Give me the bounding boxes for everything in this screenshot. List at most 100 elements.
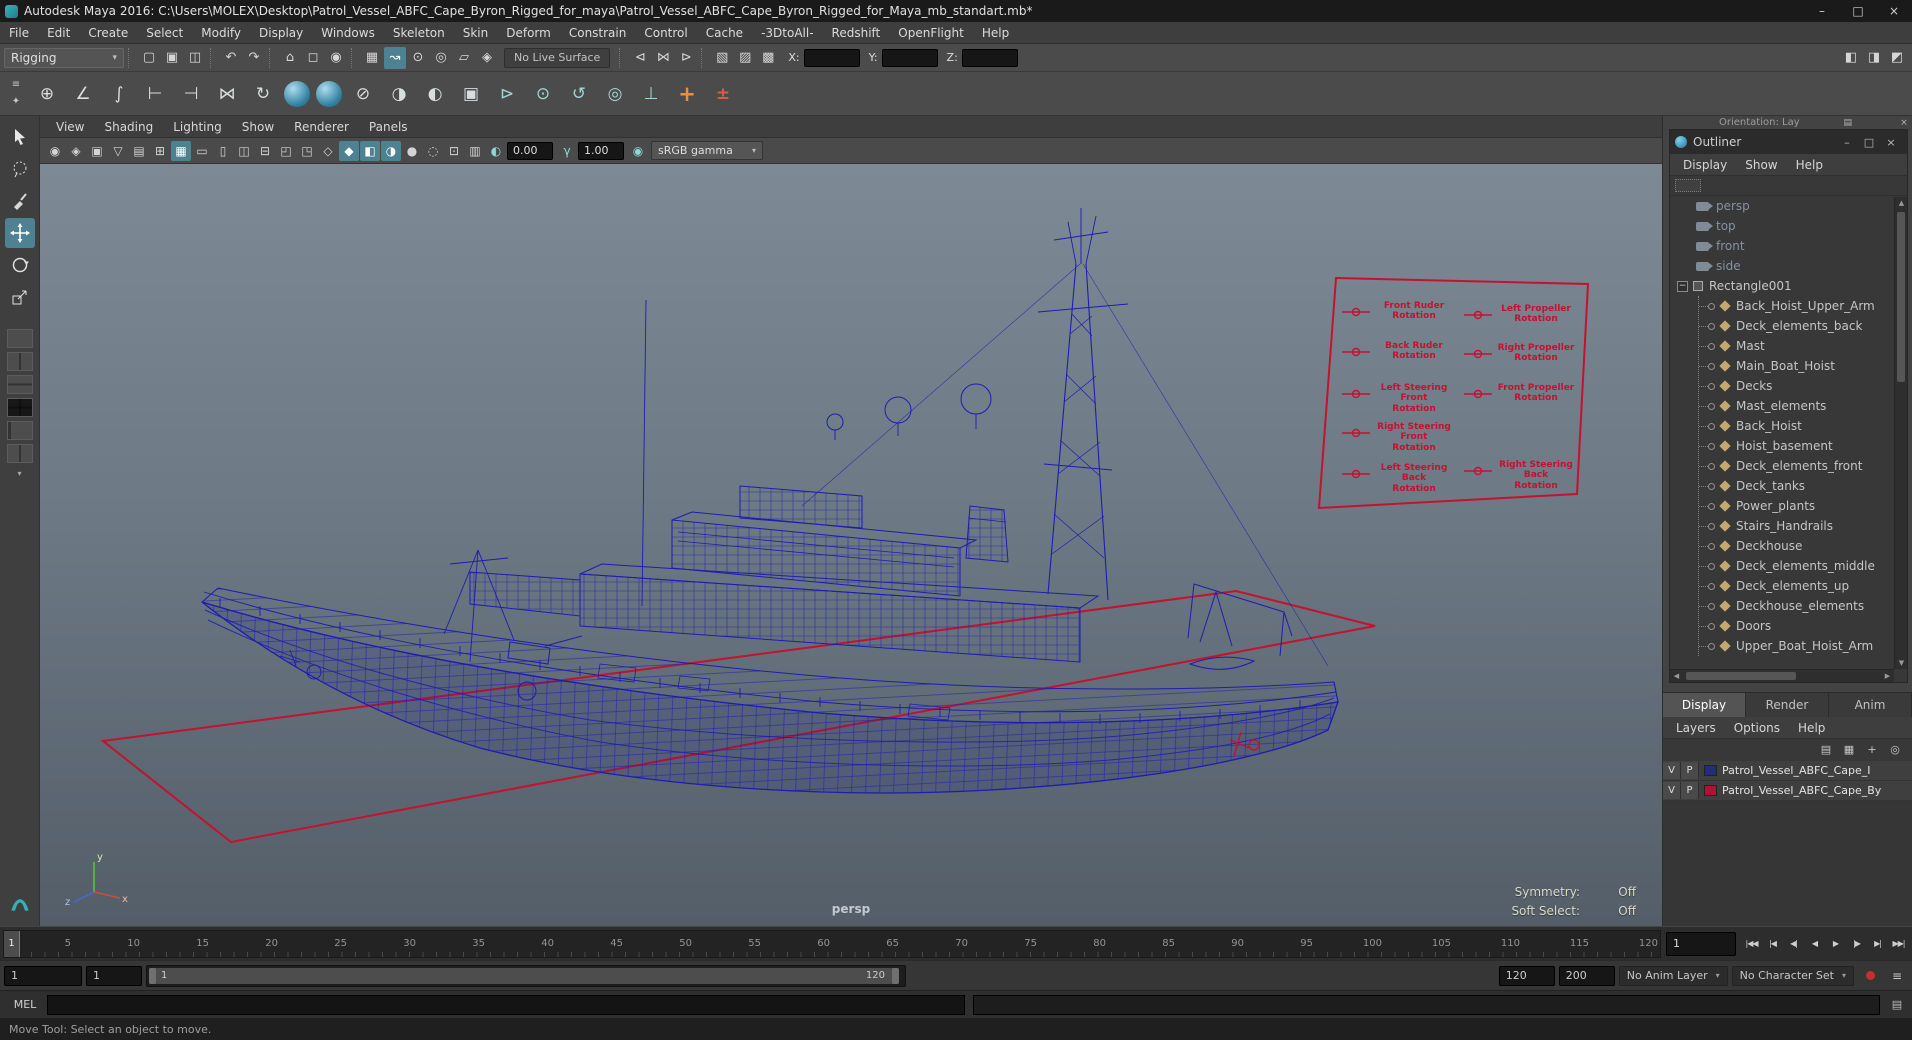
- menu-item[interactable]: Edit: [38, 22, 79, 44]
- range-start-handle[interactable]: [149, 967, 156, 984]
- shelf-gear-icon[interactable]: ✦: [8, 95, 24, 109]
- render-view-icon[interactable]: ▧: [711, 47, 733, 69]
- lasso-select-tool[interactable]: [5, 154, 35, 184]
- ik-handle-icon[interactable]: ∠: [66, 77, 100, 111]
- gate-mask-icon[interactable]: ◫: [234, 141, 254, 161]
- outliner-item[interactable]: Deck_elements_up: [1699, 576, 1907, 596]
- menu-item[interactable]: Control: [635, 22, 696, 44]
- new-scene-icon[interactable]: ▢: [138, 47, 160, 69]
- current-frame-field[interactable]: 1: [1666, 931, 1736, 956]
- snap-to-point-icon[interactable]: ⊙: [407, 47, 429, 69]
- shadows-icon[interactable]: ●: [402, 141, 422, 161]
- picker-label[interactable]: Right Steering Front Rotation: [1370, 422, 1458, 453]
- picker-label[interactable]: Right Steering Back Rotation: [1492, 460, 1580, 491]
- anim-layer-dropdown[interactable]: No Anim Layer ▾: [1618, 965, 1728, 986]
- viewport-3d-scene[interactable]: [40, 164, 1662, 926]
- picker-label[interactable]: Front Ruder Rotation: [1370, 301, 1458, 322]
- mirror-skin-weights-icon[interactable]: ◐: [418, 77, 452, 111]
- picker-label[interactable]: Left Propeller Rotation: [1492, 304, 1580, 325]
- construction-history-icon[interactable]: ⋈: [652, 47, 674, 69]
- outliner-item-camera[interactable]: persp: [1670, 196, 1907, 216]
- panel-list-icon[interactable]: ▤: [1840, 118, 1856, 128]
- outliner-item[interactable]: Mast: [1699, 336, 1907, 356]
- minimize-button[interactable]: –: [1804, 0, 1840, 22]
- layer-editor-tab[interactable]: Display: [1663, 693, 1746, 717]
- outliner-item[interactable]: Deck_elements_middle: [1699, 556, 1907, 576]
- step-forward-frame-button[interactable]: |▶: [1846, 932, 1867, 956]
- outliner-menu-item[interactable]: Display: [1674, 158, 1736, 172]
- paint-skin-weights-icon[interactable]: ◑: [382, 77, 416, 111]
- add-attribute-icon[interactable]: +: [670, 77, 704, 111]
- scroll-right-icon[interactable]: ▶: [1881, 670, 1894, 682]
- film-gate-icon[interactable]: ▭: [192, 141, 212, 161]
- picker-label[interactable]: Back Ruder Rotation: [1370, 341, 1458, 362]
- outliner-item-root[interactable]: − Rectangle001: [1670, 276, 1907, 296]
- menu-set-selector[interactable]: Rigging ▾: [4, 47, 124, 68]
- outliner-item[interactable]: Doors: [1699, 616, 1907, 636]
- panel-menu-item[interactable]: Show: [232, 120, 284, 134]
- layer-editor-tab[interactable]: Anim: [1829, 693, 1912, 717]
- menu-item[interactable]: Deform: [497, 22, 560, 44]
- gamma-field[interactable]: 1.00: [578, 141, 624, 160]
- scroll-down-icon[interactable]: ▼: [1895, 657, 1908, 669]
- open-scene-icon[interactable]: ▣: [161, 47, 183, 69]
- outliner-close-button[interactable]: ×: [1880, 136, 1902, 149]
- safe-action-icon[interactable]: ◰: [276, 141, 296, 161]
- outliner-item[interactable]: Deck_elements_front: [1699, 456, 1907, 476]
- outliner-item[interactable]: Back_Hoist_Upper_Arm: [1699, 296, 1907, 316]
- outliner-persp-layout-button[interactable]: [6, 421, 33, 440]
- picker-label[interactable]: Left Steering Front Rotation: [1370, 383, 1458, 414]
- layer-visibility-toggle[interactable]: V: [1663, 762, 1681, 779]
- layer-name[interactable]: Patrol_Vessel_ABFC_Cape_By: [1722, 784, 1881, 797]
- outliner-item[interactable]: Mast_elements: [1699, 396, 1907, 416]
- go-to-end-button[interactable]: ▶▶|: [1888, 932, 1909, 956]
- outliner-horizontal-scrollbar[interactable]: ◀ ▶: [1670, 669, 1894, 682]
- snap-to-curve-icon[interactable]: ↝: [384, 46, 406, 69]
- output-operations-icon[interactable]: ⊳: [675, 47, 697, 69]
- toggle-channel-box-icon[interactable]: ◩: [1886, 47, 1908, 69]
- panel-menu-item[interactable]: Renderer: [284, 120, 359, 134]
- outliner-minimize-button[interactable]: –: [1836, 136, 1858, 149]
- lighting-icon[interactable]: ◑: [381, 140, 401, 161]
- render-settings-icon[interactable]: ▩: [757, 47, 779, 69]
- outliner-item[interactable]: Deck_tanks: [1699, 476, 1907, 496]
- resolution-gate-icon[interactable]: ▯: [213, 141, 233, 161]
- panel-menu-item[interactable]: Lighting: [163, 120, 232, 134]
- menu-item[interactable]: Select: [137, 22, 192, 44]
- viewport-canvas[interactable]: Front Ruder Rotation Back Ruder Rotation…: [40, 164, 1662, 926]
- safe-title-icon[interactable]: ◳: [297, 141, 317, 161]
- patrol-vessel-wireframe[interactable]: [200, 208, 1339, 794]
- outliner-item-camera[interactable]: front: [1670, 236, 1907, 256]
- xray-icon[interactable]: ▥: [465, 141, 485, 161]
- current-frame-marker[interactable]: 1: [4, 930, 20, 957]
- animation-start-field[interactable]: 1: [86, 965, 142, 986]
- playback-range-inner[interactable]: 1 120: [149, 967, 899, 984]
- textured-mode-icon[interactable]: ◧: [360, 140, 380, 161]
- exposure-field[interactable]: 0.00: [507, 141, 553, 160]
- display-layer-row[interactable]: V P Patrol_Vessel_ABFC_Cape_By: [1663, 781, 1912, 801]
- outliner-maximize-button[interactable]: □: [1858, 136, 1880, 149]
- menu-item[interactable]: Help: [973, 22, 1018, 44]
- create-layer-from-selected-icon[interactable]: ▦: [1840, 742, 1858, 758]
- grid-icon[interactable]: ▦: [171, 140, 191, 161]
- picker-label[interactable]: Front Propeller Rotation: [1492, 383, 1580, 404]
- insert-joint-icon[interactable]: ⊢: [138, 77, 172, 111]
- x-coordinate-input[interactable]: [803, 48, 860, 67]
- y-coordinate-input[interactable]: [881, 48, 938, 67]
- gamma-icon[interactable]: γ: [557, 141, 577, 161]
- rotate-tool[interactable]: [5, 250, 35, 280]
- outliner-item[interactable]: Main_Boat_Hoist: [1699, 356, 1907, 376]
- display-layer-row[interactable]: V P Patrol_Vessel_ABFC_Cape_I: [1663, 761, 1912, 781]
- screen-space-ao-icon[interactable]: ◌: [423, 141, 443, 161]
- character-set-dropdown[interactable]: No Character Set ▾: [1731, 965, 1854, 986]
- command-language-toggle[interactable]: MEL: [3, 998, 47, 1011]
- playback-end-field[interactable]: 200: [1558, 965, 1615, 986]
- aim-constraint-icon[interactable]: ◎: [598, 77, 632, 111]
- menu-item[interactable]: File: [0, 22, 38, 44]
- add-selected-to-layer-icon[interactable]: +: [1863, 742, 1881, 758]
- outliner-item[interactable]: Power_plants: [1699, 496, 1907, 516]
- image-plane-icon[interactable]: ▤: [129, 141, 149, 161]
- select-by-component-icon[interactable]: ◉: [325, 47, 347, 69]
- color-management-icon[interactable]: ◉: [628, 141, 648, 161]
- save-scene-icon[interactable]: ◫: [184, 47, 206, 69]
